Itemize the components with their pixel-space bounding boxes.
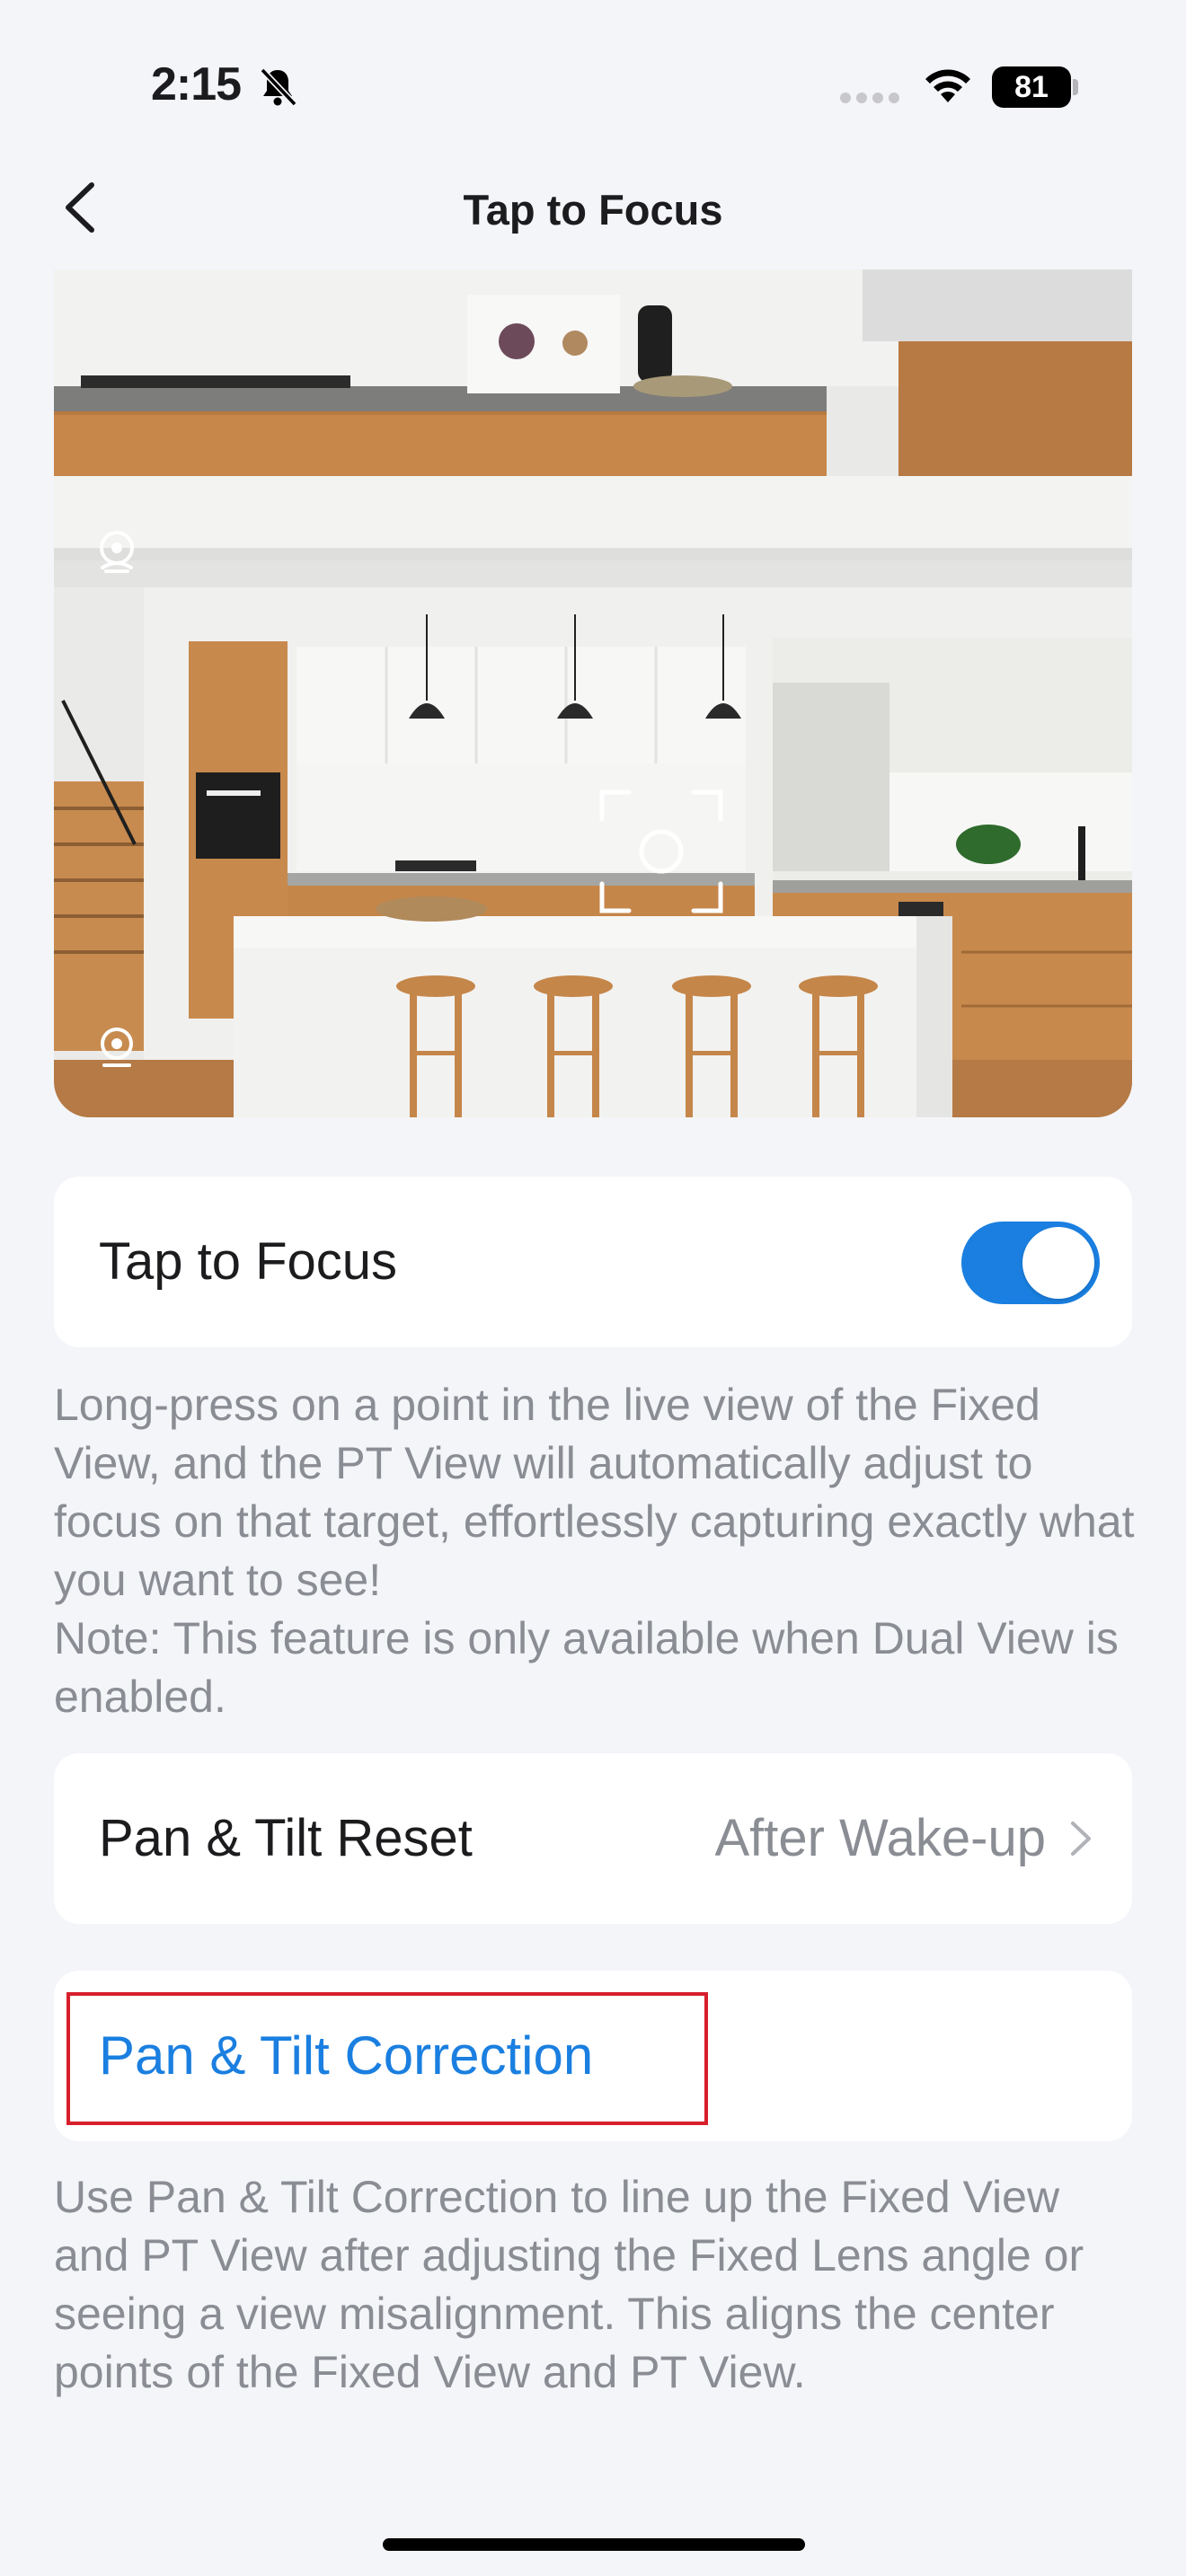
home-indicator[interactable] <box>383 2538 805 2551</box>
battery-level: 81 <box>1014 70 1049 104</box>
live-view-image <box>54 269 1132 1117</box>
battery-icon: 81 <box>992 66 1078 108</box>
status-time: 2:15 <box>151 58 242 110</box>
tap-to-focus-toggle[interactable] <box>961 1222 1100 1304</box>
chevron-right-icon <box>1071 1822 1091 1856</box>
wifi-icon <box>925 69 970 102</box>
status-bar: 2:15 81 <box>0 0 1186 153</box>
bell-off-icon <box>260 67 297 107</box>
focus-target-icon[interactable] <box>598 789 724 914</box>
pan-tilt-reset-value: After Wake-up <box>714 1809 1046 1867</box>
toggle-knob <box>1022 1227 1094 1299</box>
pan-tilt-correction-description: Use Pan & Tilt Correction to line up the… <box>54 2172 1084 2397</box>
tap-to-focus-label: Tap to Focus <box>99 1232 398 1291</box>
pan-tilt-reset-label: Pan & Tilt Reset <box>99 1809 473 1867</box>
pan-tilt-reset-row[interactable]: Pan & Tilt Reset After Wake-up <box>54 1753 1132 1924</box>
highlight-box <box>66 1992 708 2125</box>
live-view[interactable] <box>54 269 1132 1117</box>
signal-icon <box>840 93 899 103</box>
tap-to-focus-note: Note: This feature is only available whe… <box>54 1613 1119 1722</box>
page-title: Tap to Focus <box>463 186 723 234</box>
tap-to-focus-card: Tap to Focus <box>54 1177 1132 1347</box>
pt-camera-icon <box>100 531 134 573</box>
fixed-camera-icon <box>101 1028 133 1067</box>
tap-to-focus-description: Long-press on a point in the live view o… <box>54 1376 1141 1726</box>
tap-to-focus-description-text: Long-press on a point in the live view o… <box>54 1380 1135 1605</box>
